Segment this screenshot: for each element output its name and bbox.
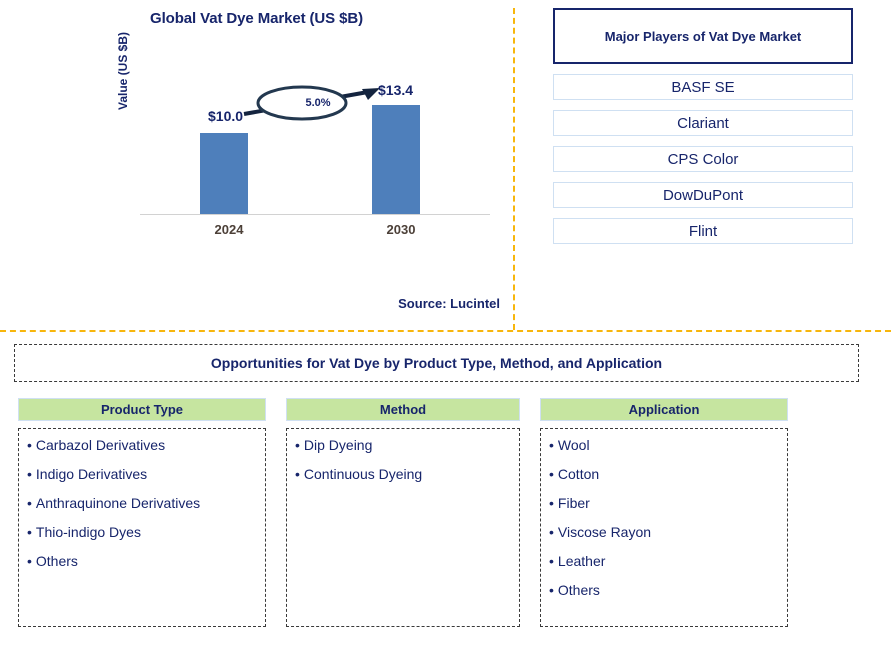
bullet-icon: • xyxy=(549,466,554,482)
column-header-product-type: Product Type xyxy=(18,398,266,421)
bullet-icon: • xyxy=(27,466,32,482)
bullet-icon: • xyxy=(27,495,32,511)
column-product-type: Product Type • Carbazol Derivatives • Indi… xyxy=(18,398,266,627)
player-item-4[interactable]: Flint xyxy=(553,218,853,244)
bullet-icon: • xyxy=(549,495,554,511)
list-item: • Anthraquinone Derivatives xyxy=(27,496,257,510)
major-players-panel: Major Players of Vat Dye Market BASF SE … xyxy=(553,8,853,244)
bar-2024 xyxy=(200,132,248,215)
bullet-icon: • xyxy=(295,466,300,482)
bar-value-label-0: $10.0 xyxy=(208,108,244,124)
major-players-header: Major Players of Vat Dye Market xyxy=(553,8,853,64)
player-item-3[interactable]: DowDuPont xyxy=(553,182,853,208)
player-item-0[interactable]: BASF SE xyxy=(553,74,853,100)
list-item-label: Leather xyxy=(557,553,606,569)
list-item: • Others xyxy=(27,554,257,568)
list-item-label: Viscose Rayon xyxy=(557,524,652,540)
x-tick-label-0: 2024 xyxy=(214,222,244,237)
list-item: • Fiber xyxy=(549,496,779,510)
bullet-icon: • xyxy=(549,582,554,598)
bullet-icon: • xyxy=(295,437,300,453)
column-body-method: • Dip Dyeing • Continuous Dyeing xyxy=(286,428,520,627)
list-item-label: Others xyxy=(557,582,600,598)
bullet-icon: • xyxy=(27,524,32,540)
list-item-label: Carbazol Derivatives xyxy=(35,437,166,453)
cagr-value-label: 5.0% xyxy=(305,97,331,109)
list-item: • Leather xyxy=(549,554,779,568)
column-application: Application • Wool • Cotton • Fiber • Viscos… xyxy=(540,398,788,627)
list-item-label: Cotton xyxy=(557,466,600,482)
column-header-application: Application xyxy=(540,398,788,421)
list-item: • Others xyxy=(549,583,779,597)
list-item: • Dip Dyeing xyxy=(295,438,511,452)
list-item: • Carbazol Derivatives xyxy=(27,438,257,452)
x-tick-label-1: 2030 xyxy=(386,222,416,237)
list-item: • Thio-indigo Dyes xyxy=(27,525,257,539)
list-item: • Viscose Rayon xyxy=(549,525,779,539)
bullet-icon: • xyxy=(27,437,32,453)
opportunities-banner: Opportunities for Vat Dye by Product Typ… xyxy=(14,344,859,382)
horizontal-divider xyxy=(0,330,891,332)
column-method: Method • Dip Dyeing • Continuous Dyeing xyxy=(286,398,520,627)
column-body-product-type: • Carbazol Derivatives • Indigo Derivative… xyxy=(18,428,266,627)
list-item-label: Dip Dyeing xyxy=(303,437,373,453)
vertical-divider xyxy=(513,8,515,330)
list-item-label: Wool xyxy=(557,437,590,453)
chart-y-axis-label: Value (US $B) xyxy=(116,31,130,111)
chart-source-label: Source: Lucintel xyxy=(398,296,500,311)
list-item: • Indigo Derivatives xyxy=(27,467,257,481)
opportunities-banner-title: Opportunities for Vat Dye by Product Typ… xyxy=(210,355,663,371)
bullet-icon: • xyxy=(549,553,554,569)
chart-x-axis-line xyxy=(140,214,490,215)
list-item-label: Continuous Dyeing xyxy=(303,466,423,482)
chart-title: Global Vat Dye Market (US $B) xyxy=(150,10,363,27)
list-item-label: Anthraquinone Derivatives xyxy=(35,495,201,511)
column-header-method: Method xyxy=(286,398,520,421)
list-item-label: Fiber xyxy=(557,495,590,511)
list-item: • Cotton xyxy=(549,467,779,481)
bullet-icon: • xyxy=(27,553,32,569)
column-body-application: • Wool • Cotton • Fiber • Viscose Rayon • Lea… xyxy=(540,428,788,627)
player-item-1[interactable]: Clariant xyxy=(553,110,853,136)
bullet-icon: • xyxy=(549,437,554,453)
list-item-label: Thio-indigo Dyes xyxy=(35,524,141,540)
list-item-label: Others xyxy=(35,553,78,569)
list-item-label: Indigo Derivatives xyxy=(35,466,148,482)
list-item: • Continuous Dyeing xyxy=(295,467,511,481)
list-item: • Wool xyxy=(549,438,779,452)
market-chart-panel: Global Vat Dye Market (US $B) Value (US … xyxy=(0,0,513,330)
player-item-2[interactable]: CPS Color xyxy=(553,146,853,172)
bullet-icon: • xyxy=(549,524,554,540)
